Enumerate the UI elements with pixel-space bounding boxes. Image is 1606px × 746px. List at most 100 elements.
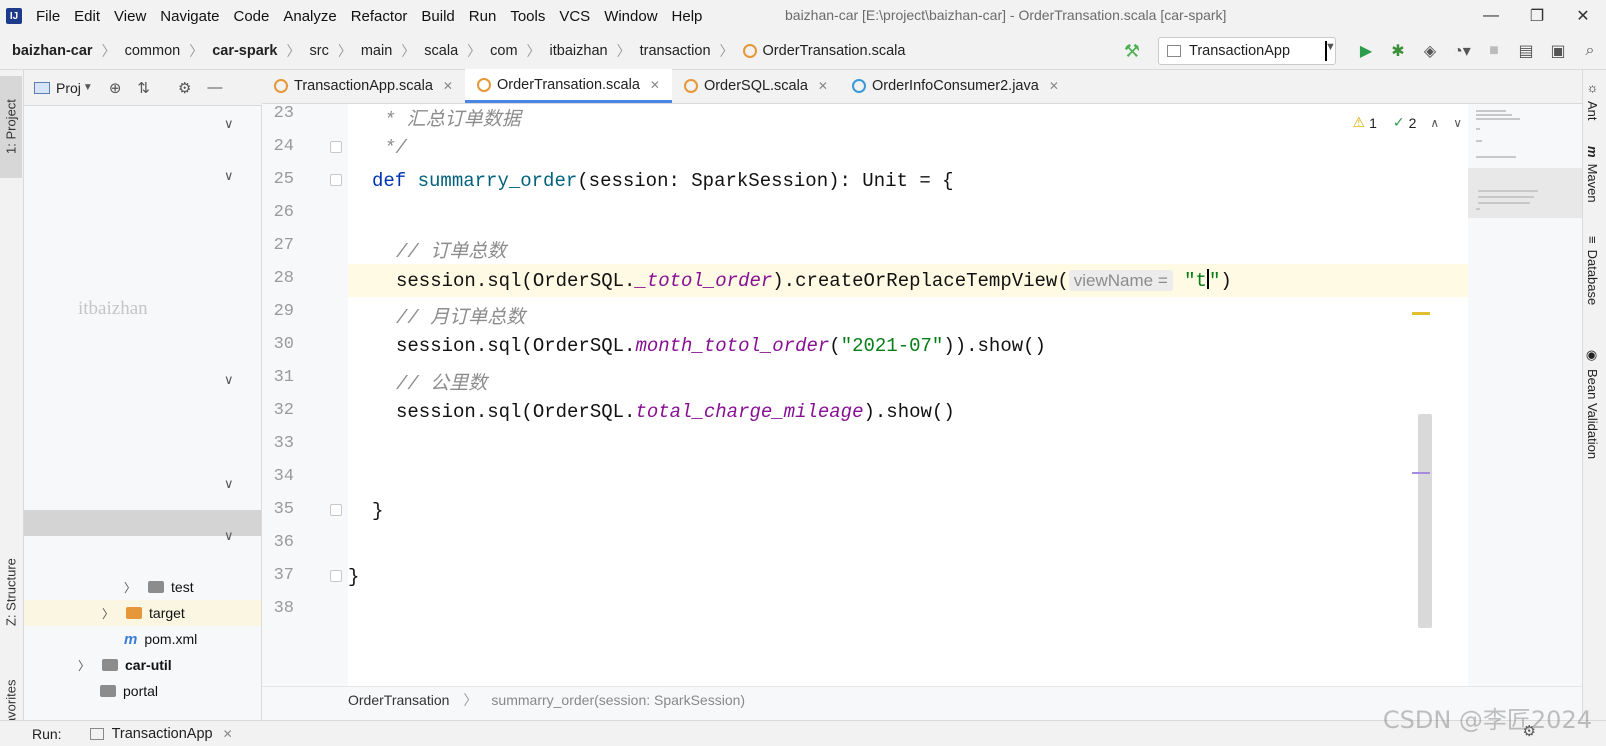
line-number: 27	[273, 236, 294, 255]
menu-edit[interactable]: Edit	[74, 8, 100, 25]
keyword: def	[372, 170, 407, 192]
close-tab-icon[interactable]: ✕	[1049, 79, 1059, 93]
breadcrumb-item[interactable]: car-spark	[212, 43, 277, 59]
breadcrumb-item[interactable]: OrderTransation.scala	[763, 43, 906, 59]
close-tab-icon[interactable]: ✕	[818, 79, 828, 93]
gear-icon[interactable]: ⚙	[178, 79, 191, 97]
code-text: session.sql(OrderSQL.	[396, 335, 636, 357]
function-name: summarry_order	[417, 170, 578, 192]
breadcrumb-item[interactable]: common	[125, 43, 181, 59]
menu-run[interactable]: Run	[469, 8, 497, 25]
chevron-right-icon: 〉	[401, 42, 416, 59]
breadcrumb-item[interactable]: com	[490, 43, 517, 59]
run-icon[interactable]: ▶	[1350, 41, 1382, 61]
tree-item-label: portal	[123, 683, 159, 699]
close-tab-icon[interactable]: ✕	[443, 79, 453, 93]
search-icon[interactable]: ⌕	[1574, 42, 1606, 60]
menu-code[interactable]: Code	[233, 8, 269, 25]
tree-item-label: pom.xml	[144, 631, 198, 647]
menu-vcs[interactable]: VCS	[559, 8, 590, 25]
debug-icon[interactable]: ✱	[1382, 41, 1414, 61]
close-icon[interactable]: ✕	[1560, 6, 1606, 26]
chevron-right-icon: 〉	[78, 658, 91, 673]
breadcrumb-item[interactable]: src	[310, 43, 329, 59]
breadcrumb-class[interactable]: OrderTransation	[348, 692, 449, 708]
structure-tool-tab[interactable]: Z: Structure	[0, 538, 22, 646]
run-configuration-select[interactable]: TransactionApp ▼	[1158, 37, 1336, 65]
previous-highlight-icon[interactable]: ∧	[1430, 116, 1439, 130]
warning-stripe-mark[interactable]	[1412, 312, 1430, 315]
chevron-down-icon[interactable]: ∨	[224, 528, 234, 544]
navigation-bar: baizhan-car 〉 common 〉 car-spark 〉 src 〉 mai…	[0, 32, 1606, 70]
breadcrumb-item[interactable]: scala	[424, 43, 458, 59]
code-minimap[interactable]	[1412, 104, 1582, 686]
fold-marker-icon[interactable]	[330, 174, 342, 186]
chevron-down-icon[interactable]: ∨	[224, 168, 234, 184]
breadcrumb-item[interactable]: transaction	[640, 43, 711, 59]
breadcrumb-item[interactable]: baizhan-car	[12, 43, 93, 59]
hide-panel-icon[interactable]: —	[207, 79, 222, 96]
menu-view[interactable]: View	[114, 8, 146, 25]
tab-ordertransation[interactable]: OrderTransation.scala ✕	[464, 69, 672, 103]
coverage-icon[interactable]: ◈	[1414, 41, 1446, 61]
inspection-widget[interactable]: ⚠ 1 ✓ 2 ∧ ∨	[1353, 114, 1462, 131]
menu-analyze[interactable]: Analyze	[283, 8, 336, 25]
code-line-24: */	[384, 137, 407, 159]
database-icon: ≡	[1585, 236, 1600, 244]
maven-tool-tab[interactable]: m Maven	[1585, 146, 1600, 203]
restore-icon[interactable]: ❐	[1514, 6, 1560, 26]
fold-marker-icon[interactable]	[330, 504, 342, 516]
build-hammer-icon[interactable]: ⚒	[1124, 41, 1140, 62]
tree-item-car-util[interactable]: 〉 car-util	[78, 652, 172, 678]
caret-stripe-mark[interactable]	[1412, 472, 1430, 474]
tab-orderinfoconsumer2[interactable]: OrderInfoConsumer2.java ✕	[840, 69, 1071, 103]
menu-file[interactable]: File	[36, 8, 60, 25]
tree-item-target[interactable]: 〉 target	[102, 600, 185, 626]
menu-refactor[interactable]: Refactor	[351, 8, 408, 25]
vertical-scrollbar-thumb[interactable]	[1418, 414, 1432, 628]
breadcrumb-item[interactable]: main	[361, 43, 392, 59]
locate-target-icon[interactable]: ⊕	[109, 79, 122, 97]
code-editor[interactable]: ⚠ 1 ✓ 2 ∧ ∨ * 汇总订单数据 */ def summarry_ord…	[348, 104, 1468, 686]
menu-help[interactable]: Help	[672, 8, 703, 25]
tree-item-test[interactable]: 〉 test	[124, 574, 194, 600]
menu-window[interactable]: Window	[604, 8, 657, 25]
collapse-all-icon[interactable]: ⇅	[137, 79, 150, 97]
next-highlight-icon[interactable]: ∨	[1453, 116, 1462, 130]
profile-icon[interactable]: ◔▾	[1446, 41, 1478, 61]
chevron-down-icon[interactable]: ∨	[224, 476, 234, 492]
fold-marker-icon[interactable]	[330, 141, 342, 153]
close-tab-icon[interactable]: ✕	[223, 727, 233, 741]
minimap-viewport[interactable]	[1468, 168, 1582, 218]
project-structure-icon[interactable]: ▤	[1510, 41, 1542, 61]
tree-item-portal[interactable]: portal	[78, 678, 158, 704]
ant-tool-tab[interactable]: ☼ Ant	[1585, 80, 1600, 121]
tab-ordersql[interactable]: OrderSQL.scala ✕	[672, 69, 840, 103]
minimap-line	[1476, 114, 1512, 116]
project-tool-tab[interactable]: 1: Project	[0, 76, 22, 178]
breadcrumb-method[interactable]: summarry_order(session: SparkSession)	[491, 692, 745, 708]
menu-tools[interactable]: Tools	[510, 8, 545, 25]
menu-build[interactable]: Build	[421, 8, 454, 25]
tree-item-pom[interactable]: m pom.xml	[124, 626, 197, 652]
code-text: )	[1220, 270, 1232, 292]
tab-label: OrderSQL.scala	[703, 78, 808, 94]
line-number: 35	[273, 500, 294, 519]
close-tab-icon[interactable]: ✕	[650, 78, 660, 92]
menu-navigate[interactable]: Navigate	[160, 8, 219, 25]
chevron-down-icon[interactable]: ∨	[224, 116, 234, 132]
code-text: ).createOrReplaceTempView(	[772, 270, 1069, 292]
warning-icon: ⚠	[1352, 114, 1366, 130]
breadcrumb-item[interactable]: itbaizhan	[550, 43, 608, 59]
database-tool-tab[interactable]: ≡ Database	[1585, 236, 1600, 305]
watermark-text: itbaizhan	[78, 298, 148, 319]
project-view-selector[interactable]: Proj ▼	[34, 80, 93, 96]
terminal-icon[interactable]: ▣	[1542, 41, 1574, 61]
fold-marker-icon[interactable]	[330, 570, 342, 582]
stop-icon[interactable]: ■	[1478, 42, 1510, 60]
minimize-icon[interactable]: —	[1468, 7, 1514, 25]
chevron-down-icon[interactable]: ∨	[224, 372, 234, 388]
bean-validation-tool-tab[interactable]: ◉ Bean Validation	[1585, 348, 1600, 459]
run-tab-transactionapp[interactable]: TransactionApp ✕	[89, 726, 233, 742]
tab-transactionapp[interactable]: TransactionApp.scala ✕	[262, 69, 465, 103]
